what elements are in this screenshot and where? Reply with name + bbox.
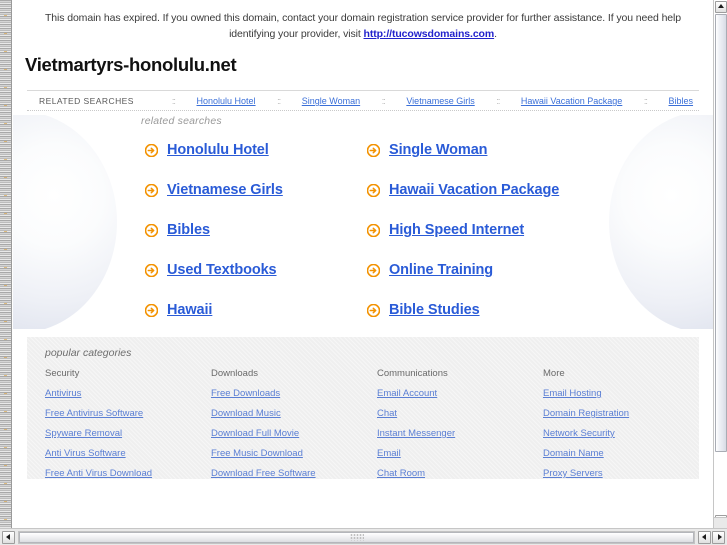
related-searches-hero: related searches Honolulu Hotel Single W…: [13, 115, 713, 329]
left-edge-texture-strip: [0, 0, 12, 528]
horizontal-scrollbar-thumb[interactable]: [19, 531, 694, 543]
related-link-hawaii[interactable]: Hawaii: [167, 302, 212, 318]
decorative-sphere-left: [13, 115, 117, 329]
category-link-chat[interactable]: Chat: [377, 408, 543, 419]
category-column-security: Security Antivirus Free Antivirus Softwa…: [45, 368, 211, 488]
arrow-circle-right-icon: [367, 223, 380, 237]
related-searches-link-grid: Honolulu Hotel Single Woman Vietnamese G…: [145, 133, 713, 327]
strip-link-bibles[interactable]: Bibles: [665, 96, 698, 106]
vertical-scrollbar-thumb[interactable]: [715, 14, 727, 452]
related-link-item[interactable]: Vietnamese Girls: [145, 173, 367, 207]
domain-expired-banner: This domain has expired. If you owned th…: [13, 0, 713, 46]
category-link-email-account[interactable]: Email Account: [377, 388, 543, 399]
related-link-high-speed-internet[interactable]: High Speed Internet: [389, 222, 524, 238]
related-link-item[interactable]: High Speed Internet: [367, 213, 713, 247]
arrow-circle-right-icon: [367, 143, 380, 157]
related-link-hawaii-vacation-package[interactable]: Hawaii Vacation Package: [389, 182, 559, 198]
category-link-free-downloads[interactable]: Free Downloads: [211, 388, 377, 399]
related-link-item[interactable]: Bible Studies: [367, 293, 713, 327]
related-link-bible-studies[interactable]: Bible Studies: [389, 302, 480, 318]
arrow-circle-right-icon: [145, 303, 158, 317]
arrow-circle-right-icon: [145, 143, 158, 157]
related-link-item[interactable]: Hawaii: [145, 293, 367, 327]
arrow-circle-right-icon: [367, 303, 380, 317]
related-link-single-woman[interactable]: Single Woman: [389, 142, 488, 158]
browser-window: This domain has expired. If you owned th…: [0, 0, 727, 545]
related-link-bibles[interactable]: Bibles: [167, 222, 210, 238]
category-link-chat-room[interactable]: Chat Room: [377, 468, 543, 479]
category-link-download-full-movie[interactable]: Download Full Movie: [211, 428, 377, 439]
strip-link-hawaii-vacation-package[interactable]: Hawaii Vacation Package: [517, 96, 626, 106]
related-link-item[interactable]: Used Textbooks: [145, 253, 367, 287]
category-link-proxy-servers[interactable]: Proxy Servers: [543, 468, 709, 479]
scroll-left-button[interactable]: [2, 530, 15, 544]
popular-categories-title: popular categories: [45, 347, 132, 359]
scroll-up-button[interactable]: [715, 1, 727, 13]
category-link-spyware-removal[interactable]: Spyware Removal: [45, 428, 211, 439]
horizontal-scrollbar[interactable]: [0, 528, 727, 545]
category-link-network-security[interactable]: Network Security: [543, 428, 709, 439]
category-column-downloads: Downloads Free Downloads Download Music …: [211, 368, 377, 488]
category-link-domain-name[interactable]: Domain Name: [543, 448, 709, 459]
strip-link-vietnamese-girls[interactable]: Vietnamese Girls: [402, 96, 478, 106]
related-link-item[interactable]: Hawaii Vacation Package: [367, 173, 713, 207]
category-link-anti-virus-software[interactable]: Anti Virus Software: [45, 448, 211, 459]
scroll-left-button-secondary[interactable]: [698, 530, 711, 544]
banner-text-after: .: [494, 28, 497, 40]
related-searches-strip: RELATED SEARCHES :: Honolulu Hotel :: Si…: [27, 90, 699, 111]
strip-separator: ::: [643, 96, 648, 106]
category-heading: More: [543, 368, 565, 379]
related-searches-label: RELATED SEARCHES: [39, 96, 134, 106]
related-link-item[interactable]: Single Woman: [367, 133, 713, 167]
related-link-online-training[interactable]: Online Training: [389, 262, 493, 278]
category-link-domain-registration[interactable]: Domain Registration: [543, 408, 709, 419]
category-heading: Security: [45, 368, 80, 379]
related-link-honolulu-hotel[interactable]: Honolulu Hotel: [167, 142, 269, 158]
related-link-vietnamese-girls[interactable]: Vietnamese Girls: [167, 182, 283, 198]
category-column-more: More Email Hosting Domain Registration N…: [543, 368, 709, 488]
arrow-circle-right-icon: [367, 183, 380, 197]
category-heading: Communications: [377, 368, 448, 379]
category-link-free-music-download[interactable]: Free Music Download: [211, 448, 377, 459]
arrow-circle-right-icon: [145, 223, 158, 237]
category-link-download-free-software[interactable]: Download Free Software: [211, 468, 377, 479]
page-title: Vietmartyrs-honolulu.net: [25, 54, 237, 75]
arrow-circle-right-icon: [145, 183, 158, 197]
related-link-item[interactable]: Bibles: [145, 213, 367, 247]
category-link-free-anti-virus-download[interactable]: Free Anti Virus Download: [45, 468, 211, 479]
category-link-free-antivirus-software[interactable]: Free Antivirus Software: [45, 408, 211, 419]
scrollbar-corner: [713, 517, 727, 528]
category-heading: Downloads: [211, 368, 258, 379]
page-content: This domain has expired. If you owned th…: [13, 0, 713, 518]
strip-link-single-woman[interactable]: Single Woman: [298, 96, 364, 106]
arrow-circle-right-icon: [145, 263, 158, 277]
category-column-communications: Communications Email Account Chat Instan…: [377, 368, 543, 488]
category-link-email-hosting[interactable]: Email Hosting: [543, 388, 709, 399]
related-link-used-textbooks[interactable]: Used Textbooks: [167, 262, 277, 278]
scroll-right-button[interactable]: [712, 530, 725, 544]
strip-separator: ::: [381, 96, 386, 106]
horizontal-scrollbar-track[interactable]: [18, 530, 695, 544]
category-link-instant-messenger[interactable]: Instant Messenger: [377, 428, 543, 439]
hero-caption: related searches: [141, 115, 222, 127]
vertical-scrollbar-track[interactable]: [715, 14, 727, 514]
related-link-item[interactable]: Online Training: [367, 253, 713, 287]
related-link-item[interactable]: Honolulu Hotel: [145, 133, 367, 167]
strip-separator: ::: [496, 96, 500, 106]
vertical-scrollbar[interactable]: [713, 0, 727, 528]
arrow-circle-right-icon: [367, 263, 380, 277]
category-link-antivirus[interactable]: Antivirus: [45, 388, 211, 399]
category-link-email[interactable]: Email: [377, 448, 543, 459]
popular-categories-columns: Security Antivirus Free Antivirus Softwa…: [27, 368, 699, 488]
strip-separator: ::: [277, 96, 281, 106]
scrollbar-grip-icon: [349, 533, 364, 541]
strip-link-honolulu-hotel[interactable]: Honolulu Hotel: [193, 96, 260, 106]
category-link-download-music[interactable]: Download Music: [211, 408, 377, 419]
tucows-domains-link[interactable]: http://tucowsdomains.com: [364, 28, 495, 40]
popular-categories-panel: popular categories Security Antivirus Fr…: [27, 337, 699, 479]
strip-separator: ::: [171, 96, 176, 106]
